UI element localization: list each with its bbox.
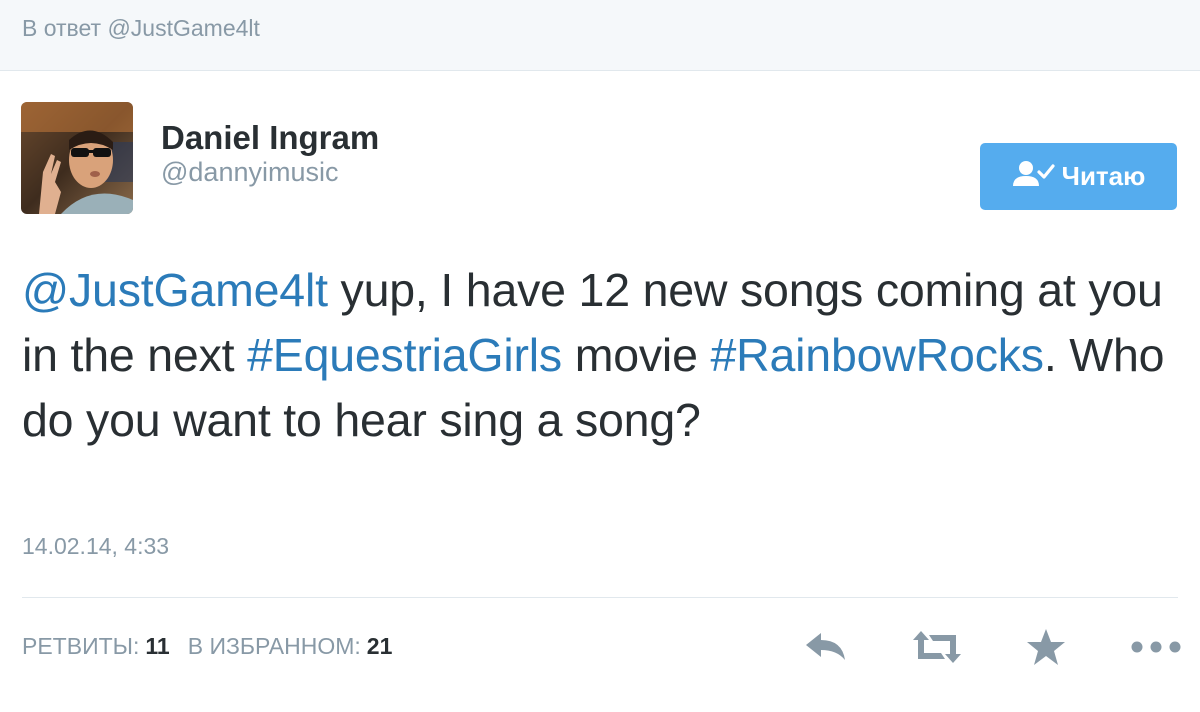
retweet-button[interactable]	[910, 625, 964, 673]
tweet-text: @JustGame4lt yup, I have 12 new songs co…	[22, 258, 1172, 453]
favorite-button[interactable]	[1022, 625, 1070, 673]
following-button[interactable]: Читаю	[980, 143, 1177, 210]
favorites-label[interactable]: В ИЗБРАННОМ:	[188, 633, 361, 660]
reply-to-text[interactable]: В ответ @JustGame4lt	[22, 15, 260, 42]
tweet-timestamp[interactable]: 14.02.14, 4:33	[22, 533, 169, 560]
reply-icon	[804, 630, 848, 669]
star-icon	[1026, 628, 1066, 671]
avatar[interactable]	[21, 102, 133, 214]
tweet-text-part2: movie	[561, 329, 711, 381]
more-button[interactable]	[1128, 625, 1184, 673]
following-button-label: Читаю	[1061, 161, 1146, 191]
reply-banner: В ответ @JustGame4lt	[0, 0, 1200, 71]
divider	[22, 597, 1178, 598]
user-check-icon	[1012, 159, 1056, 194]
reply-button[interactable]	[802, 625, 850, 673]
hashtag-link-equestriagirls[interactable]: #EquestriaGirls	[247, 329, 562, 381]
retweets-label[interactable]: РЕТВИТЫ:	[22, 633, 139, 660]
retweet-icon	[911, 629, 963, 670]
author-handle[interactable]: @dannyimusic	[161, 157, 338, 188]
hashtag-link-rainbowrocks[interactable]: #RainbowRocks	[710, 329, 1044, 381]
avatar-image	[21, 102, 133, 214]
favorites-count[interactable]: 21	[367, 633, 393, 660]
more-icon	[1129, 640, 1183, 659]
mention-link[interactable]: @JustGame4lt	[22, 264, 328, 316]
author-name[interactable]: Daniel Ingram	[161, 119, 379, 157]
retweets-count[interactable]: 11	[145, 633, 169, 660]
tweet-stats: РЕТВИТЫ: 11 В ИЗБРАННОМ: 21	[22, 633, 404, 660]
